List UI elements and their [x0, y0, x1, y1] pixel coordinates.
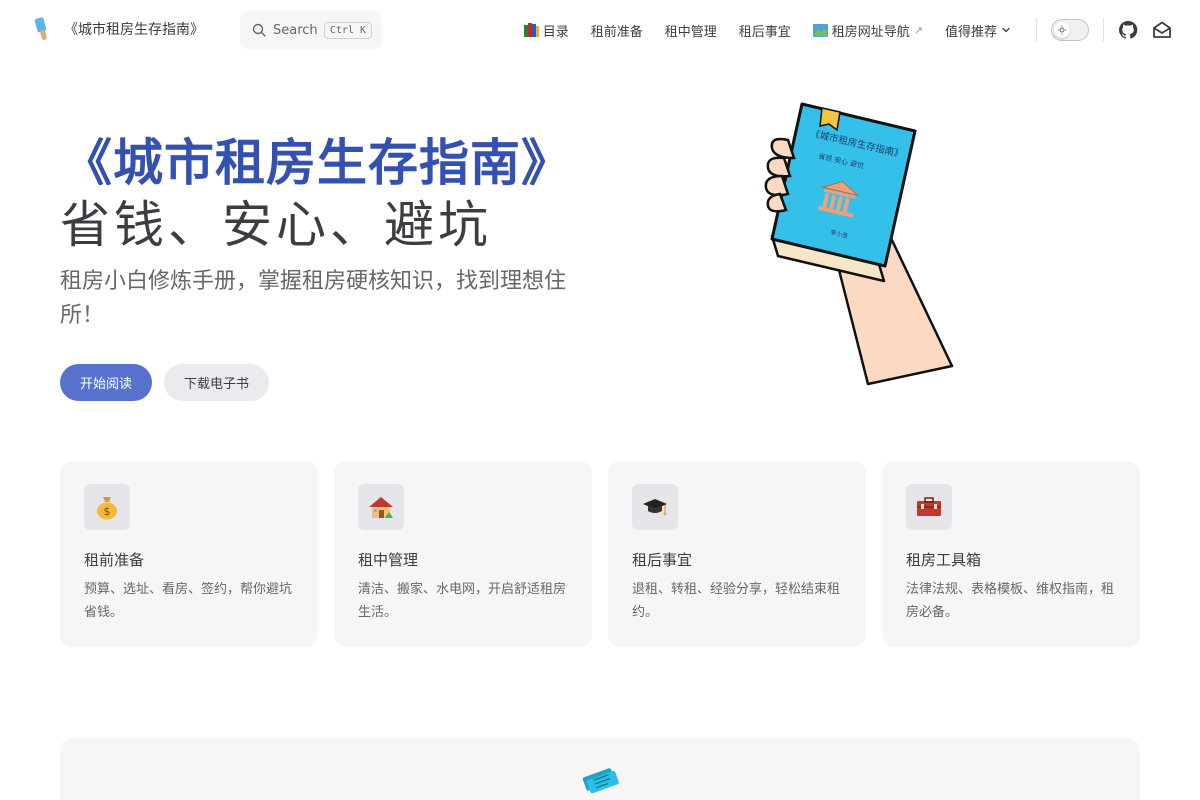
mail-icon[interactable]: [1152, 20, 1172, 40]
feature-title: 租中管理: [358, 551, 419, 569]
feature-card-after-rent[interactable]: 租后事宜 退租、转租、经验分享，轻松结束租约。: [608, 461, 866, 647]
nav-menu: 目录 租前准备 租中管理 租后事宜 租房网址导航 ↗ 值得推荐: [513, 0, 1200, 60]
site-title: 《城市租房生存指南》: [64, 22, 204, 38]
feature-card-before-rent[interactable]: $ 租前准备 预算、选址、看房、签约，帮你避坑省钱。: [60, 461, 318, 647]
search-shortcut: Ctrl K: [323, 21, 372, 39]
download-ebook-button[interactable]: 下载电子书: [164, 364, 269, 401]
nav-item-during-rent[interactable]: 租中管理: [654, 21, 728, 40]
nav-item-label: 目录: [542, 24, 569, 40]
feature-title: 租后事宜: [632, 551, 693, 569]
feature-card-during-rent[interactable]: 租中管理 清洁、搬家、水电网，开启舒适租房生活。: [334, 461, 592, 647]
site-logo-link[interactable]: 《城市租房生存指南》: [32, 16, 204, 42]
hero-text: 省钱、安心、避坑: [60, 196, 492, 254]
search-icon: [252, 23, 266, 37]
feature-desc: 预算、选址、看房、签约，帮你避坑省钱。: [84, 582, 293, 620]
feature-title: 租前准备: [84, 551, 145, 569]
hero-title: 《城市租房生存指南》: [62, 134, 572, 192]
github-icon[interactable]: [1118, 20, 1138, 40]
graduation-cap-icon: [632, 484, 678, 530]
brush-logo-icon: [34, 17, 47, 40]
svg-text:$: $: [104, 505, 111, 518]
nav-item-recommend-dropdown[interactable]: 值得推荐: [934, 21, 1022, 40]
house-icon: [358, 484, 404, 530]
ticket-icon: [582, 768, 619, 794]
chevron-down-icon: [1002, 27, 1010, 33]
sun-icon: [1054, 22, 1070, 38]
hero-book-illustration: 《城市租房生存指南》 省钱 安心 避坑 李小圣: [764, 102, 954, 386]
theme-toggle[interactable]: [1051, 19, 1089, 41]
nav-item-label: 租中管理: [664, 24, 717, 40]
nav-item-before-rent[interactable]: 租前准备: [580, 21, 654, 40]
toolbox-icon: [906, 484, 952, 530]
nav-item-catalog[interactable]: 目录: [513, 21, 580, 40]
nav-item-label: 租前准备: [590, 24, 643, 40]
nav-item-after-rent[interactable]: 租后事宜: [728, 21, 802, 40]
feature-desc: 清洁、搬家、水电网，开启舒适租房生活。: [358, 582, 567, 620]
map-emoji-icon: [812, 23, 828, 37]
start-reading-button[interactable]: 开始阅读: [60, 364, 152, 401]
hero-actions: 开始阅读 下载电子书: [60, 364, 269, 401]
nav-item-label: 租后事宜: [738, 24, 791, 40]
nav-item-rental-sites[interactable]: 租房网址导航 ↗: [802, 21, 934, 40]
external-link-icon: ↗: [913, 23, 923, 37]
hero-tagline: 租房小白修炼手册，掌握租房硬核知识，找到理想住所！: [60, 269, 567, 328]
search-label: Search: [273, 22, 318, 38]
nav-divider: [1103, 18, 1104, 42]
nav-item-label: 租房网址导航: [831, 24, 910, 40]
bottom-section: [60, 738, 1140, 800]
feature-desc: 退租、转租、经验分享，轻松结束租约。: [632, 582, 841, 620]
feature-desc: 法律法规、表格模板、维权指南，租房必备。: [906, 582, 1115, 620]
feature-card-toolbox[interactable]: 租房工具箱 法律法规、表格模板、维权指南，租房必备。: [882, 461, 1140, 647]
money-bag-icon: $: [84, 484, 130, 530]
top-nav: 《城市租房生存指南》 Search Ctrl K 目录 租前准备 租中管理 租后…: [0, 0, 1200, 60]
search-button[interactable]: Search Ctrl K: [240, 11, 382, 49]
books-emoji-icon: [523, 23, 539, 37]
nav-item-label: 值得推荐: [944, 24, 997, 40]
nav-divider: [1036, 18, 1037, 42]
feature-title: 租房工具箱: [906, 551, 982, 569]
features-section: $ 租前准备 预算、选址、看房、签约，帮你避坑省钱。 租中管理 清洁、搬家、水电…: [60, 461, 1140, 647]
